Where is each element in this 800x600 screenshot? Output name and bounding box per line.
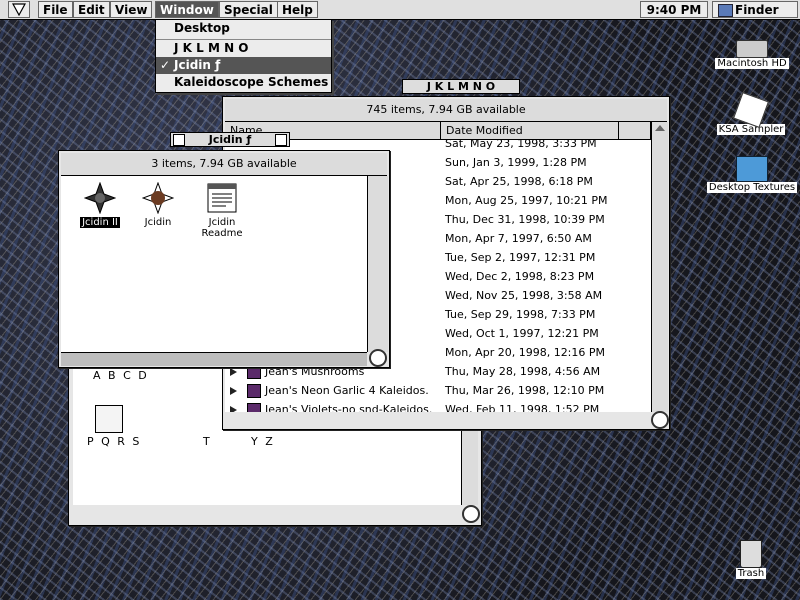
close-box-icon[interactable] xyxy=(173,134,185,146)
desktop-icon-ksa-sampler[interactable]: KSA Sampler xyxy=(712,92,790,135)
kaleidoscope-icon xyxy=(83,181,117,215)
desktop-icon-label: KSA Sampler xyxy=(716,124,786,135)
menu-window[interactable]: Window xyxy=(155,1,219,18)
menu-special[interactable]: Special xyxy=(219,1,278,18)
window-menu-dropdown: Desktop J K L M N O ✓ Jcidin ƒ Kaleidosc… xyxy=(155,19,332,93)
trash-icon xyxy=(740,540,762,568)
list-row-date: Wed, Feb 11, 1998, 1:52 PM xyxy=(445,403,600,412)
menu-view[interactable]: View xyxy=(110,1,153,18)
checkmark-icon: ✓ xyxy=(160,58,171,72)
list-window-status: 745 items, 7.94 GB available xyxy=(366,103,526,116)
zoom-box-icon[interactable] xyxy=(275,134,287,146)
menu-item-jcidin-label: Jcidin ƒ xyxy=(174,58,221,72)
desktop-icon-macintosh-hd[interactable]: Macintosh HD xyxy=(715,40,789,69)
disclosure-triangle-icon[interactable] xyxy=(230,368,237,376)
icon-label-yz: Y Z xyxy=(251,435,275,448)
icon-window-status-bar: 3 items, 7.94 GB available xyxy=(61,153,387,176)
list-row-date: Tue, Sep 2, 1997, 12:31 PM xyxy=(445,251,596,264)
menubar-clock[interactable]: 9:40 PM xyxy=(640,1,708,18)
list-window-status-bar: 745 items, 7.94 GB available xyxy=(225,99,667,122)
list-row-date: Sat, Apr 25, 1998, 6:18 PM xyxy=(445,175,593,188)
document-icon xyxy=(207,183,237,213)
icon-window-hscrollbar[interactable] xyxy=(61,352,367,366)
list-row-date: Thu, May 28, 1998, 4:56 AM xyxy=(445,365,601,378)
icon-window-scrollbar[interactable] xyxy=(367,176,388,352)
menu-item-desktop[interactable]: Desktop xyxy=(156,20,331,37)
icon-label-pqrs: P Q R S xyxy=(87,435,142,448)
menu-file[interactable]: File xyxy=(38,1,73,18)
file-icon-label: Jcidin Readme xyxy=(201,217,243,239)
disclosure-triangle-icon[interactable] xyxy=(230,387,237,395)
icon-label-abcd: A B C D xyxy=(93,369,149,382)
file-icon-label: Jcidin xyxy=(144,217,172,228)
kaleidoscope-icon xyxy=(141,181,175,215)
list-row-date: Tue, Sep 29, 1998, 7:33 PM xyxy=(445,308,596,321)
icon-label-t: T xyxy=(203,435,210,448)
menu-item-jklmno[interactable]: J K L M N O xyxy=(156,40,331,57)
desktop-icon-label: Macintosh HD xyxy=(715,58,789,69)
document-icon[interactable] xyxy=(95,405,123,433)
list-row[interactable]: Jean's Violets-no snd-Kaleidos. Wed, Feb … xyxy=(225,400,651,412)
kaleidoscope-file-icon xyxy=(247,403,261,412)
file-icon-jcidin-readme[interactable]: Jcidin Readme xyxy=(187,182,257,239)
list-row-date: Sun, Jan 3, 1999, 1:28 PM xyxy=(445,156,587,169)
menu-item-kaleidoscope-schemes[interactable]: Kaleidoscope Schemes xyxy=(156,74,331,91)
file-icon-label: Jcidin II xyxy=(80,217,120,228)
list-row-date: Mon, Aug 25, 1997, 10:21 PM xyxy=(445,194,608,207)
menu-item-jcidin[interactable]: ✓ Jcidin ƒ xyxy=(156,57,331,74)
apple-menu-icon[interactable] xyxy=(8,1,30,18)
desktop-icon-trash[interactable]: Trash xyxy=(728,540,774,579)
desktop-icon-desktop-textures[interactable]: Desktop Textures xyxy=(706,156,798,193)
list-row-date: Thu, Dec 31, 1998, 10:39 PM xyxy=(445,213,605,226)
icon-window-title: Jcidin ƒ xyxy=(208,133,252,146)
file-icon-jcidin[interactable]: Jcidin xyxy=(123,181,193,228)
menu-help[interactable]: Help xyxy=(277,1,318,18)
list-window-title-tab[interactable]: J K L M N O xyxy=(402,79,520,94)
menu-edit[interactable]: Edit xyxy=(73,1,110,18)
list-row-date: Mon, Apr 20, 1998, 12:16 PM xyxy=(445,346,606,359)
icon-window-title-tab[interactable]: Jcidin ƒ xyxy=(170,132,290,147)
kaleidoscope-file-icon xyxy=(247,384,261,398)
list-row-date: Thu, Mar 26, 1998, 12:10 PM xyxy=(445,384,605,397)
list-row-name: Jean's Violets-no snd-Kaleidos. xyxy=(265,403,433,412)
icon-window[interactable]: 3 items, 7.94 GB available Jcidin II Jci… xyxy=(58,150,390,368)
list-row-date: Wed, Nov 25, 1998, 3:58 AM xyxy=(445,289,603,302)
list-row-date: Wed, Dec 2, 1998, 8:23 PM xyxy=(445,270,595,283)
list-window-scrollbar[interactable] xyxy=(651,122,668,412)
list-window-grow-box[interactable] xyxy=(651,411,669,429)
list-row[interactable]: Jean's Neon Garlic 4 Kaleidos. Thu, Mar 2… xyxy=(225,381,651,400)
list-window-title: J K L M N O xyxy=(426,80,496,93)
icon-window-grow-box[interactable] xyxy=(369,349,387,367)
application-icon xyxy=(733,92,769,128)
desktop-icon-label: Desktop Textures xyxy=(706,182,798,193)
scroll-up-arrow-icon[interactable] xyxy=(655,125,665,131)
list-row-name: Jean's Neon Garlic 4 Kaleidos. xyxy=(265,384,429,397)
icon-window-content: Jcidin II Jcidin Jcidin Readme xyxy=(61,176,367,352)
list-row-date: Sat, May 23, 1998, 3:33 PM xyxy=(445,137,597,150)
list-row-date: Mon, Apr 7, 1997, 6:50 AM xyxy=(445,232,592,245)
menu-bar: File Edit View Window Special Help 9:40 … xyxy=(0,0,800,20)
application-menu-label: Finder xyxy=(735,3,779,17)
hard-disk-icon xyxy=(736,40,768,58)
application-menu[interactable]: Finder xyxy=(712,1,798,18)
back-window-grow-box[interactable] xyxy=(462,505,480,523)
finder-icon xyxy=(718,4,733,17)
icon-window-status: 3 items, 7.94 GB available xyxy=(151,157,297,170)
folder-icon xyxy=(736,156,768,182)
disclosure-triangle-icon[interactable] xyxy=(230,406,237,412)
desktop-icon-label: Trash xyxy=(735,568,767,579)
list-row-date: Wed, Oct 1, 1997, 12:21 PM xyxy=(445,327,599,340)
